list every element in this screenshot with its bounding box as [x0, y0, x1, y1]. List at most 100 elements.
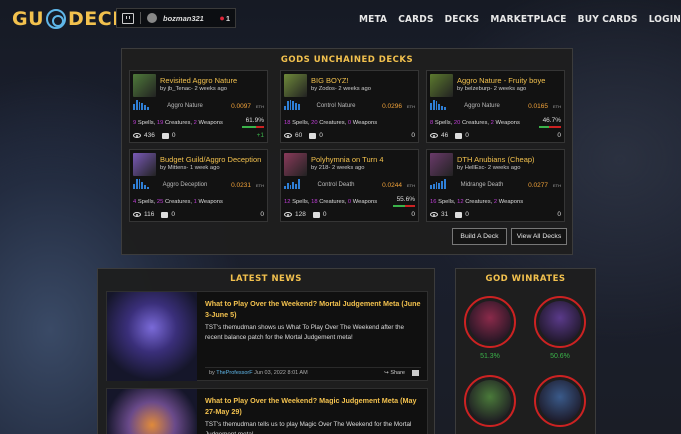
god-portrait[interactable] [534, 296, 586, 348]
winrate-bar [393, 205, 415, 207]
eth-unit: ETH [256, 104, 264, 109]
build-deck-button[interactable]: Build A Deck [452, 228, 507, 245]
share-label: Share [390, 370, 405, 376]
deck-stats: 60 0 [284, 132, 323, 139]
deck-composition: 16 Spells, 12 Creatures, 2 Weapons [430, 199, 524, 205]
deck-title[interactable]: Aggro Nature - Fruity boye [457, 76, 562, 85]
deck-winrate: 61.9% [245, 117, 264, 124]
god-winrates-panel: GOD WINRATES 51.3% 50.6% [455, 268, 596, 434]
news-item[interactable]: What to Play Over the Weekend? Mortal Ju… [106, 291, 428, 381]
weapon-count: 0 [347, 120, 352, 126]
notification-dot-icon: ● [219, 13, 225, 23]
deck-card[interactable]: Aggro Nature - Fruity boye by belzeburp- … [426, 70, 565, 143]
deck-archetype: Midrange Death [460, 182, 504, 188]
comment-icon[interactable] [412, 370, 419, 376]
deck-cost: 0.0244 [382, 182, 402, 189]
creatures-label: Creatures [461, 120, 488, 126]
username[interactable]: bozman321 [163, 14, 219, 23]
divider [205, 367, 421, 368]
deck-god-thumbnail [284, 74, 307, 97]
weapons-label: Weapons [198, 120, 223, 126]
comment-count: 0 [322, 211, 327, 218]
eye-icon [133, 133, 141, 138]
deck-title[interactable]: DTH Anubians (Cheap) [457, 155, 562, 164]
comment-icon [161, 132, 169, 139]
creature-count: 18 [311, 199, 318, 205]
deck-archetype: Control Nature [316, 103, 356, 109]
nav-cards[interactable]: CARDS [398, 14, 433, 25]
news-date: Jun 03, 2022 8:01 AM [254, 370, 308, 376]
comment-icon [455, 132, 463, 139]
view-count: 128 [295, 211, 306, 218]
news-item[interactable]: What to Play Over the Weekend? Magic Jud… [106, 388, 428, 434]
comment-count: 0 [465, 211, 469, 218]
news-thumbnail[interactable] [107, 389, 197, 434]
notification-count[interactable]: 1 [226, 14, 230, 23]
god-image [539, 301, 581, 343]
spells-label: Spells [438, 199, 454, 205]
view-count: 60 [295, 132, 303, 139]
view-all-decks-button[interactable]: View All Decks [511, 228, 567, 245]
comment-count: 0 [465, 132, 469, 139]
comment-icon [309, 132, 317, 139]
deck-composition: 12 Spells, 18 Creatures, 0 Weapons [284, 199, 378, 205]
deck-score: 0 [260, 211, 264, 218]
news-author[interactable]: TheProfessorF [216, 370, 252, 376]
deck-title[interactable]: BIG BOYZ! [311, 76, 416, 85]
deck-stats: 436 0 [133, 132, 175, 139]
deck-stats: 46 0 [430, 132, 469, 139]
nav-marketplace[interactable]: MARKETPLACE [490, 14, 566, 25]
creature-count: 20 [453, 120, 461, 126]
deck-author: by jb_Tenac- 2 weeks ago [160, 86, 228, 92]
spells-label: Spells [434, 120, 451, 126]
deck-score: 0 [557, 132, 561, 139]
deck-winrate: 46.7% [542, 117, 561, 124]
deck-stats: 31 0 [430, 211, 469, 218]
divider [140, 12, 141, 24]
deck-composition: 18 Spells, 20 Creatures, 0 Weapons [284, 120, 378, 126]
news-thumbnail[interactable] [107, 292, 197, 381]
weapons-label: Weapons [352, 120, 378, 126]
comment-icon [455, 211, 463, 218]
view-count: 31 [441, 211, 449, 218]
creature-count: 12 [457, 199, 464, 205]
god-portrait[interactable] [464, 375, 516, 427]
comment-icon [312, 211, 320, 218]
view-count: 436 [144, 132, 155, 139]
god-portrait[interactable] [464, 296, 516, 348]
deck-composition: 9 Spells, 19 Creatures, 2 Weapons [133, 120, 223, 126]
deck-title[interactable]: Polyhymnia on Turn 4 [311, 155, 416, 164]
deck-title[interactable]: Budget Guild/Aggro Deception [160, 155, 265, 164]
god-image [469, 380, 511, 422]
deck-archetype: Aggro Deception [162, 182, 208, 188]
news-title[interactable]: What to Play Over the Weekend? Magic Jud… [205, 395, 421, 417]
comment-count: 0 [171, 132, 176, 139]
deck-card[interactable]: Polyhymnia on Turn 4 by 218- 2 weeks ago C… [280, 149, 419, 222]
twitch-icon[interactable] [122, 12, 134, 24]
deck-card[interactable]: Revisited Aggro Nature by jb_Tenac- 2 wee… [129, 70, 268, 143]
deck-card[interactable]: BIG BOYZ! by Zodos- 2 weeks ago Control Na… [280, 70, 419, 143]
news-description: TST's themudman shows us What To Play Ov… [205, 324, 404, 341]
deck-card[interactable]: Budget Guild/Aggro Deception by Mittens- … [129, 149, 268, 222]
news-title[interactable]: What to Play Over the Weekend? Mortal Ju… [205, 298, 421, 320]
share-button[interactable]: ↪ Share [384, 370, 405, 376]
deck-card[interactable]: DTH Anubians (Cheap) by HellEsc- 2 weeks … [426, 149, 565, 222]
deck-title[interactable]: Revisited Aggro Nature [160, 76, 265, 85]
deck-cost: 0.0165 [528, 103, 548, 110]
view-count: 116 [144, 211, 155, 218]
weapon-count: 2 [493, 199, 498, 205]
nav-decks[interactable]: DECKS [445, 14, 480, 25]
eye-icon [284, 133, 292, 138]
creatures-label: Creatures [465, 199, 491, 205]
nav-login[interactable]: LOGIN [649, 14, 681, 25]
weapons-label: Weapons [495, 120, 520, 126]
god-image [469, 301, 511, 343]
god-portrait[interactable] [534, 375, 586, 427]
spell-count: 16 [430, 199, 437, 205]
decks-panel-title: GODS UNCHAINED DECKS [280, 55, 414, 65]
eth-unit: ETH [553, 104, 561, 109]
nav-meta[interactable]: META [359, 14, 387, 25]
god-image [539, 380, 581, 422]
nav-buy-cards[interactable]: BUY CARDS [578, 14, 638, 25]
user-account-box[interactable]: bozman321 ● 1 [116, 8, 236, 28]
